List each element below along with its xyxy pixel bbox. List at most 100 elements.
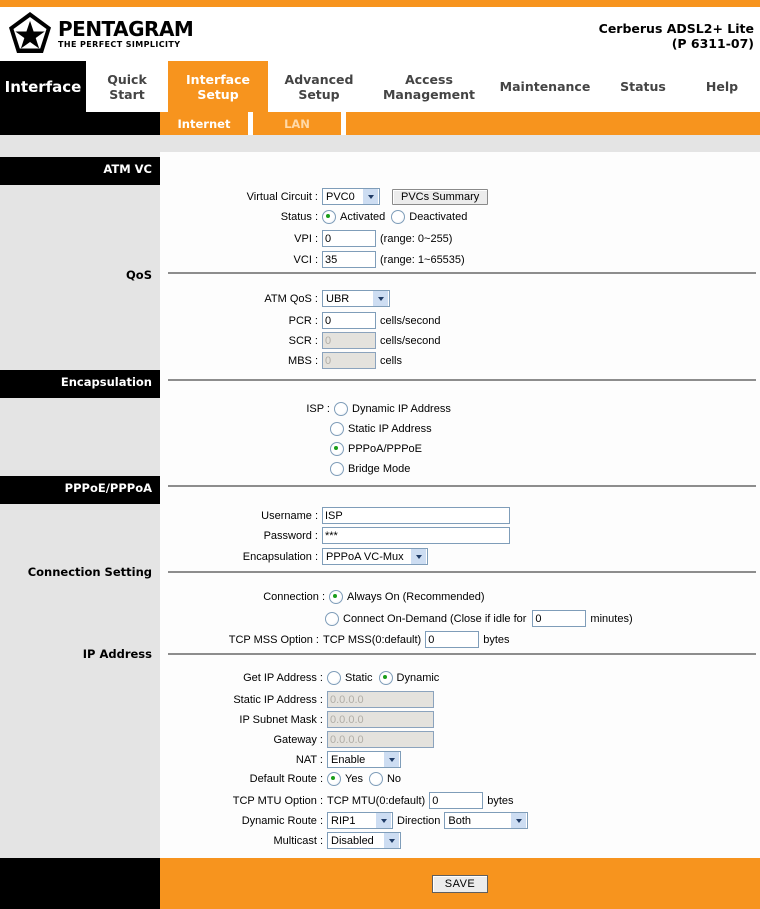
section-label-pppoe-pppoa: PPPoE/PPPoA [65,481,152,495]
nav-item-advanced-setup[interactable]: Advanced Setup [268,61,370,112]
nav-item-quick-start[interactable]: Quick Start [86,61,168,112]
label-multicast: Multicast : [160,835,327,847]
field-encapsulation-mode: Encapsulation : PPPoA VC-Mux [160,548,428,565]
field-connection-on-demand: Connect On-Demand (Close if idle for min… [325,610,633,627]
label-mbs: MBS : [160,355,322,367]
section-label-qos: QoS [126,265,152,285]
section-header-atm-vc: ATM VC [0,157,160,185]
field-vpi: VPI : (range: 0~255) [160,230,452,247]
radio-isp-static-ip-label: Static IP Address [348,423,432,435]
vpi-range-hint: (range: 0~255) [380,233,452,245]
radio-isp-pppoa-pppoe-label: PPPoA/PPPoE [348,443,422,455]
radio-indicator [327,772,341,786]
radio-indicator [330,442,344,456]
pcr-input[interactable] [322,312,376,329]
username-input[interactable] [322,507,510,524]
divider-connection [168,571,756,573]
label-scr: SCR : [160,335,322,347]
field-static-ip: Static IP Address : [160,691,434,708]
password-input[interactable] [322,527,510,544]
radio-indicator [325,612,339,626]
field-status: Status : Activated Deactivated [160,210,473,224]
select-nat[interactable]: Enable [327,751,401,768]
radio-status-activated[interactable]: Activated [322,210,385,224]
select-dynamic-route[interactable]: RIP1 [327,812,393,829]
subnet-mask-input [327,711,434,728]
field-tcp-mss: TCP MSS Option : TCP MSS(0:default) byte… [160,631,510,648]
page-footer: SAVE [0,858,760,909]
label-default-route: Default Route : [160,773,327,785]
scr-unit: cells/second [380,335,441,347]
content-top-band [0,135,760,152]
radio-get-ip-static[interactable]: Static [327,671,373,685]
radio-status-deactivated-label: Deactivated [409,211,467,223]
device-part-number: (P 6311-07) [599,36,754,51]
pentagram-star-icon [6,10,54,58]
radio-default-route-no[interactable]: No [369,772,401,786]
chevron-down-icon [373,291,388,306]
radio-isp-pppoa-pppoe[interactable]: PPPoA/PPPoE [330,442,422,456]
radio-indicator [379,671,393,685]
tcp-mtu-input[interactable] [429,792,483,809]
label-username: Username : [160,510,322,522]
divider-ip-address [168,653,756,655]
pvcs-summary-button[interactable]: PVCs Summary [392,189,488,205]
field-connection: Connection : Always On (Recommended) [160,590,491,604]
label-atm-qos: ATM QoS : [160,293,322,305]
section-label-atm-vc: ATM VC [103,162,152,176]
radio-get-ip-dynamic-label: Dynamic [397,672,440,684]
radio-indicator [369,772,383,786]
radio-isp-bridge-mode[interactable]: Bridge Mode [330,462,410,476]
vci-input[interactable] [322,251,376,268]
radio-connection-on-demand[interactable]: Connect On-Demand (Close if idle for [325,612,526,626]
save-button[interactable]: SAVE [432,875,489,893]
tcp-mtu-unit: bytes [487,795,513,807]
select-direction[interactable]: Both [444,812,528,829]
label-tcp-mss: TCP MSS Option : [160,634,323,646]
radio-default-route-no-label: No [387,773,401,785]
vpi-input[interactable] [322,230,376,247]
tcp-mss-unit: bytes [483,634,509,646]
label-dynamic-route: Dynamic Route : [160,815,327,827]
field-vci: VCI : (range: 1~65535) [160,251,465,268]
radio-get-ip-static-label: Static [345,672,373,684]
radio-isp-dynamic-ip[interactable]: Dynamic IP Address [334,402,451,416]
section-label-encapsulation: Encapsulation [61,375,152,389]
mbs-input [322,352,376,369]
field-isp-bridge: Bridge Mode [330,462,416,476]
subtab-internet[interactable]: Internet [160,112,248,135]
radio-get-ip-dynamic[interactable]: Dynamic [379,671,440,685]
nav-item-status[interactable]: Status [602,61,684,112]
label-static-ip: Static IP Address : [160,694,327,706]
radio-connection-always-on[interactable]: Always On (Recommended) [329,590,485,604]
radio-isp-static-ip[interactable]: Static IP Address [330,422,432,436]
select-atm-qos[interactable]: UBR [322,290,390,307]
nav-item-access-management[interactable]: Access Management [370,61,488,112]
nav-item-maintenance[interactable]: Maintenance [488,61,602,112]
device-model-name: Cerberus ADSL2+ Lite [599,21,754,36]
radio-status-deactivated[interactable]: Deactivated [391,210,467,224]
chevron-down-icon [411,549,426,564]
subtab-lan[interactable]: LAN [253,112,341,135]
idle-timeout-input[interactable] [532,610,586,627]
select-multicast[interactable]: Disabled [327,832,401,849]
brand-name: PENTAGRAM [58,19,193,39]
nav-item-help[interactable]: Help [684,61,760,112]
radio-indicator [322,210,336,224]
select-nat-value: Enable [331,754,369,766]
field-pcr: PCR : cells/second [160,312,441,329]
select-virtual-circuit[interactable]: PVC0 [322,188,380,205]
select-encapsulation-mode[interactable]: PPPoA VC-Mux [322,548,428,565]
main-nav-bar: Interface Quick Start Interface Setup Ad… [0,61,760,112]
radio-indicator [330,422,344,436]
radio-indicator [327,671,341,685]
tcp-mtu-prefix: TCP MTU(0:default) [327,795,425,807]
field-multicast: Multicast : Disabled [160,832,401,849]
top-accent-strip [0,0,760,7]
tcp-mss-input[interactable] [425,631,479,648]
radio-indicator [334,402,348,416]
nav-item-interface-setup[interactable]: Interface Setup [168,61,268,112]
chevron-down-icon [511,813,526,828]
radio-default-route-yes[interactable]: Yes [327,772,363,786]
radio-connection-always-on-label: Always On (Recommended) [347,591,485,603]
